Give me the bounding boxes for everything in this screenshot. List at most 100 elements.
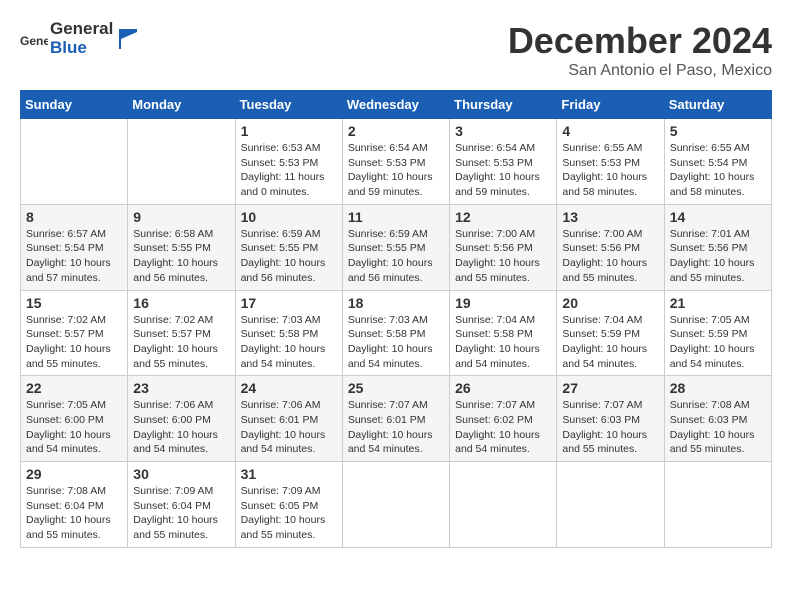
day-info: Sunrise: 7:02 AMSunset: 5:57 PMDaylight:… xyxy=(26,313,122,372)
calendar-cell: 4 Sunrise: 6:55 AMSunset: 5:53 PMDaylight… xyxy=(557,119,664,205)
calendar-cell: 30 Sunrise: 7:09 AMSunset: 6:04 PMDayligh… xyxy=(128,462,235,548)
logo-icon: General xyxy=(20,25,48,53)
title-section: December 2024 San Antonio el Paso, Mexic… xyxy=(508,20,772,80)
weekday-header-saturday: Saturday xyxy=(664,91,771,119)
day-number: 8 xyxy=(26,209,122,225)
calendar-cell: 23Sunrise: 7:06 AMSunset: 6:00 PMDayligh… xyxy=(128,376,235,462)
day-info: Sunrise: 6:53 AMSunset: 5:53 PMDaylight:… xyxy=(241,141,337,200)
day-info: Sunrise: 6:55 AMSunset: 5:54 PMDaylight:… xyxy=(670,141,766,200)
calendar-cell xyxy=(21,119,128,205)
day-number: 28 xyxy=(670,380,766,396)
day-info: Sunrise: 6:59 AMSunset: 5:55 PMDaylight:… xyxy=(348,227,444,286)
weekday-header-thursday: Thursday xyxy=(450,91,557,119)
calendar-week-row: 8Sunrise: 6:57 AMSunset: 5:54 PMDaylight… xyxy=(21,204,772,290)
day-number: 4 xyxy=(562,123,658,139)
calendar-cell: 16 Sunrise: 7:02 AMSunset: 5:57 PMDayligh… xyxy=(128,290,235,376)
day-number: 2 xyxy=(348,123,444,139)
calendar-cell: 26 Sunrise: 7:07 AMSunset: 6:02 PMDayligh… xyxy=(450,376,557,462)
calendar-week-row: 15 Sunrise: 7:02 AMSunset: 5:57 PMDayligh… xyxy=(21,290,772,376)
day-info: Sunrise: 7:01 AMSunset: 5:56 PMDaylight:… xyxy=(670,227,766,286)
day-info: Sunrise: 7:07 AMSunset: 6:01 PMDaylight:… xyxy=(348,398,444,457)
day-info: Sunrise: 7:06 AMSunset: 6:01 PMDaylight:… xyxy=(241,398,337,457)
day-info: Sunrise: 7:00 AMSunset: 5:56 PMDaylight:… xyxy=(455,227,551,286)
day-info: Sunrise: 7:07 AMSunset: 6:03 PMDaylight:… xyxy=(562,398,658,457)
day-number: 12 xyxy=(455,209,551,225)
calendar-cell: 11Sunrise: 6:59 AMSunset: 5:55 PMDayligh… xyxy=(342,204,449,290)
calendar-cell: 19 Sunrise: 7:04 AMSunset: 5:58 PMDayligh… xyxy=(450,290,557,376)
day-number: 31 xyxy=(241,466,337,482)
day-info: Sunrise: 7:00 AMSunset: 5:56 PMDaylight:… xyxy=(562,227,658,286)
logo: General General Blue xyxy=(20,20,145,57)
logo-flag-icon xyxy=(115,24,145,54)
weekday-header-tuesday: Tuesday xyxy=(235,91,342,119)
calendar-cell xyxy=(342,462,449,548)
day-number: 18 xyxy=(348,295,444,311)
calendar-cell: 24 Sunrise: 7:06 AMSunset: 6:01 PMDayligh… xyxy=(235,376,342,462)
svg-text:General: General xyxy=(20,34,48,48)
day-number: 3 xyxy=(455,123,551,139)
weekday-header-friday: Friday xyxy=(557,91,664,119)
day-number: 30 xyxy=(133,466,229,482)
day-info: Sunrise: 7:04 AMSunset: 5:59 PMDaylight:… xyxy=(562,313,658,372)
calendar-cell: 9Sunrise: 6:58 AMSunset: 5:55 PMDaylight… xyxy=(128,204,235,290)
calendar-cell: 18 Sunrise: 7:03 AMSunset: 5:58 PMDayligh… xyxy=(342,290,449,376)
calendar-cell: 22 Sunrise: 7:05 AMSunset: 6:00 PMDayligh… xyxy=(21,376,128,462)
calendar-week-row: 22 Sunrise: 7:05 AMSunset: 6:00 PMDayligh… xyxy=(21,376,772,462)
day-info: Sunrise: 7:04 AMSunset: 5:58 PMDaylight:… xyxy=(455,313,551,372)
day-number: 26 xyxy=(455,380,551,396)
calendar-cell: 28 Sunrise: 7:08 AMSunset: 6:03 PMDayligh… xyxy=(664,376,771,462)
calendar-cell: 15 Sunrise: 7:02 AMSunset: 5:57 PMDayligh… xyxy=(21,290,128,376)
day-info: Sunrise: 7:05 AMSunset: 5:59 PMDaylight:… xyxy=(670,313,766,372)
day-info: Sunrise: 6:54 AMSunset: 5:53 PMDaylight:… xyxy=(348,141,444,200)
day-info: Sunrise: 7:02 AMSunset: 5:57 PMDaylight:… xyxy=(133,313,229,372)
day-info: Sunrise: 7:09 AMSunset: 6:04 PMDaylight:… xyxy=(133,484,229,543)
calendar-cell: 2 Sunrise: 6:54 AMSunset: 5:53 PMDaylight… xyxy=(342,119,449,205)
day-number: 16 xyxy=(133,295,229,311)
day-info: Sunrise: 6:55 AMSunset: 5:53 PMDaylight:… xyxy=(562,141,658,200)
month-title: December 2024 xyxy=(508,20,772,62)
day-number: 24 xyxy=(241,380,337,396)
day-number: 15 xyxy=(26,295,122,311)
day-info: Sunrise: 7:09 AMSunset: 6:05 PMDaylight:… xyxy=(241,484,337,543)
calendar-cell: 5Sunrise: 6:55 AMSunset: 5:54 PMDaylight… xyxy=(664,119,771,205)
weekday-header-sunday: Sunday xyxy=(21,91,128,119)
weekday-header-row: SundayMondayTuesdayWednesdayThursdayFrid… xyxy=(21,91,772,119)
calendar-cell xyxy=(128,119,235,205)
calendar-cell xyxy=(450,462,557,548)
logo-general-text: General xyxy=(50,20,113,39)
calendar-cell: 8Sunrise: 6:57 AMSunset: 5:54 PMDaylight… xyxy=(21,204,128,290)
calendar-cell: 25 Sunrise: 7:07 AMSunset: 6:01 PMDayligh… xyxy=(342,376,449,462)
day-number: 25 xyxy=(348,380,444,396)
day-number: 13 xyxy=(562,209,658,225)
calendar-week-row: 29Sunrise: 7:08 AMSunset: 6:04 PMDayligh… xyxy=(21,462,772,548)
calendar-cell: 21 Sunrise: 7:05 AMSunset: 5:59 PMDayligh… xyxy=(664,290,771,376)
calendar-cell xyxy=(557,462,664,548)
day-number: 17 xyxy=(241,295,337,311)
day-info: Sunrise: 6:59 AMSunset: 5:55 PMDaylight:… xyxy=(241,227,337,286)
day-number: 27 xyxy=(562,380,658,396)
calendar-cell xyxy=(664,462,771,548)
day-number: 19 xyxy=(455,295,551,311)
day-info: Sunrise: 7:05 AMSunset: 6:00 PMDaylight:… xyxy=(26,398,122,457)
location-subtitle: San Antonio el Paso, Mexico xyxy=(508,62,772,80)
day-number: 22 xyxy=(26,380,122,396)
logo-blue-text: Blue xyxy=(50,39,113,58)
calendar-cell: 13 Sunrise: 7:00 AMSunset: 5:56 PMDayligh… xyxy=(557,204,664,290)
calendar-cell: 1Sunrise: 6:53 AMSunset: 5:53 PMDaylight… xyxy=(235,119,342,205)
calendar-table: SundayMondayTuesdayWednesdayThursdayFrid… xyxy=(20,90,772,548)
day-info: Sunrise: 7:08 AMSunset: 6:03 PMDaylight:… xyxy=(670,398,766,457)
calendar-cell: 14Sunrise: 7:01 AMSunset: 5:56 PMDayligh… xyxy=(664,204,771,290)
calendar-cell: 12 Sunrise: 7:00 AMSunset: 5:56 PMDayligh… xyxy=(450,204,557,290)
calendar-cell: 31 Sunrise: 7:09 AMSunset: 6:05 PMDayligh… xyxy=(235,462,342,548)
day-info: Sunrise: 7:03 AMSunset: 5:58 PMDaylight:… xyxy=(241,313,337,372)
calendar-cell: 17 Sunrise: 7:03 AMSunset: 5:58 PMDayligh… xyxy=(235,290,342,376)
day-info: Sunrise: 6:54 AMSunset: 5:53 PMDaylight:… xyxy=(455,141,551,200)
day-number: 21 xyxy=(670,295,766,311)
day-info: Sunrise: 7:03 AMSunset: 5:58 PMDaylight:… xyxy=(348,313,444,372)
weekday-header-monday: Monday xyxy=(128,91,235,119)
calendar-week-row: 1Sunrise: 6:53 AMSunset: 5:53 PMDaylight… xyxy=(21,119,772,205)
day-info: Sunrise: 7:08 AMSunset: 6:04 PMDaylight:… xyxy=(26,484,122,543)
day-info: Sunrise: 7:07 AMSunset: 6:02 PMDaylight:… xyxy=(455,398,551,457)
calendar-cell: 3 Sunrise: 6:54 AMSunset: 5:53 PMDaylight… xyxy=(450,119,557,205)
day-number: 23 xyxy=(133,380,229,396)
